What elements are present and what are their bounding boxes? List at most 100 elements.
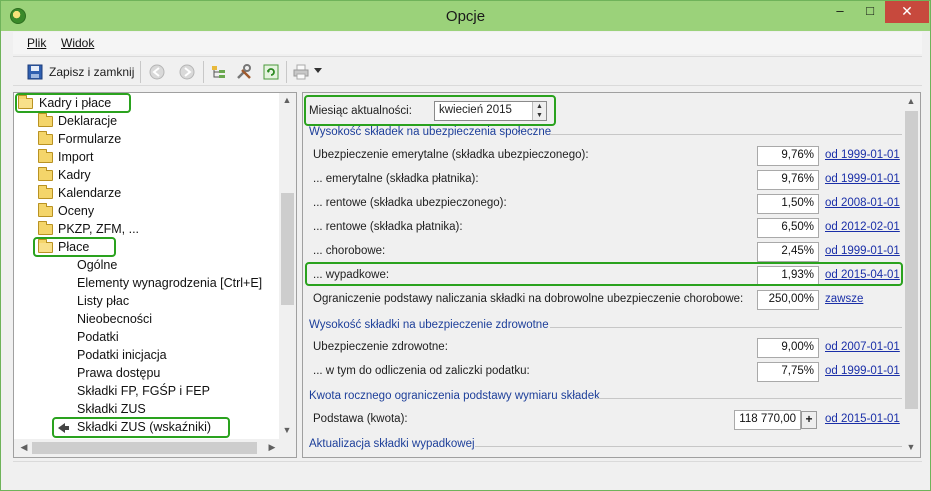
rate-field[interactable]: 250,00% [757, 290, 819, 310]
options-window: Opcje ‒ □ ✕ Plik Widok Zapisz i zamknij [0, 0, 931, 491]
section-annual-limit: Kwota rocznego ograniczenia podstawy wym… [309, 390, 600, 402]
date-link[interactable]: od 1999-01-01 [825, 173, 900, 185]
rate-field[interactable]: 2,45% [757, 242, 819, 262]
menu-plik[interactable]: Plik [27, 36, 46, 50]
toolbar-separator [140, 61, 141, 83]
scroll-up-icon[interactable]: ▲ [903, 96, 919, 106]
scroll-left-icon[interactable]: ◀ [16, 442, 32, 453]
section-divider [550, 327, 902, 328]
folder-icon [38, 221, 53, 235]
tree-item-label: Składki FP, FGŚP i FEP [77, 384, 210, 398]
scroll-right-icon[interactable]: ▶ [264, 442, 280, 453]
toolbar-separator [203, 61, 204, 83]
tree-vertical-scrollbar[interactable]: ▲ ▼ [279, 93, 296, 439]
tree-item-label: Prawa dostępu [77, 366, 161, 380]
row-label: ... rentowe (składka płatnika): [313, 221, 463, 233]
window-title: Opcje [445, 8, 486, 25]
row-label: ... w tym do odliczenia od zaliczki poda… [313, 365, 530, 377]
date-link[interactable]: od 1999-01-01 [825, 245, 900, 257]
save-icon [27, 64, 43, 80]
row-label: Ubezpieczenie zdrowotne: [313, 341, 448, 353]
highlight-frame [52, 417, 230, 438]
highlight-frame [304, 95, 556, 126]
date-link[interactable]: od 2007-01-01 [825, 341, 900, 353]
refresh-icon[interactable] [263, 64, 279, 80]
section-social-insurance: Wysokość składek na ubezpieczenia społec… [309, 126, 552, 138]
toolbar-separator [286, 61, 287, 83]
scroll-down-icon[interactable]: ▼ [903, 442, 919, 452]
title-bar[interactable]: Opcje ‒ □ ✕ [1, 1, 930, 31]
highlight-frame [305, 262, 903, 286]
tree-settings-icon[interactable] [211, 64, 227, 80]
scroll-down-icon[interactable]: ▼ [279, 425, 295, 435]
menu-widok-label: Widok [61, 36, 95, 50]
section-divider [475, 446, 902, 447]
scroll-up-icon[interactable]: ▲ [279, 95, 295, 105]
rate-field[interactable]: 9,00% [757, 338, 819, 358]
section-accident-update: Aktualizacja składki wypadkowej [309, 438, 475, 450]
folder-icon [38, 203, 53, 217]
tree-horizontal-scrollbar[interactable]: ◀ ▶ [14, 439, 296, 457]
close-button[interactable]: ✕ [885, 1, 929, 23]
rate-field[interactable]: 6,50% [757, 218, 819, 238]
tree-item-label: Formularze [58, 132, 122, 146]
tree-item-label: Podatki [77, 330, 119, 344]
dropdown-arrow-icon[interactable] [314, 68, 330, 84]
tree-item-label: Podatki inicjacja [77, 348, 167, 362]
options-panel: Miesiąc aktualności: kwiecień 2015 ▲ ▼ Wy… [302, 92, 921, 458]
date-link[interactable]: od 2012-02-01 [825, 221, 900, 233]
menu-bar: Plik Widok [13, 32, 922, 54]
save-close-label: Zapisz i zamknij [49, 65, 135, 79]
date-link[interactable]: od 1999-01-01 [825, 149, 900, 161]
folder-icon [38, 113, 53, 127]
row-label: ... rentowe (składka ubezpieczonego): [313, 197, 507, 209]
tools-icon[interactable] [236, 64, 252, 80]
tree-item-label: Kadry [58, 168, 91, 182]
date-link[interactable]: od 2008-01-01 [825, 197, 900, 209]
toolbar: Zapisz i zamknij [13, 56, 922, 86]
tree-item-label: Deklaracje [58, 114, 118, 128]
section-divider [550, 134, 902, 135]
status-bar [13, 461, 922, 483]
tree-item-label: Listy płac [77, 294, 130, 308]
menu-widok[interactable]: Widok [61, 36, 94, 50]
menu-plik-label: Plik [27, 36, 47, 50]
scroll-thumb[interactable] [905, 111, 918, 409]
tree-item-label: Elementy wynagrodzenia [Ctrl+E] [77, 276, 263, 290]
back-icon[interactable] [149, 64, 165, 80]
minimize-button[interactable]: ‒ [823, 1, 857, 23]
folder-icon [38, 185, 53, 199]
tree-item-label: Kalendarze [58, 186, 122, 200]
highlight-frame [33, 237, 116, 257]
tree-item-label: Ogólne [77, 258, 118, 272]
scroll-thumb[interactable] [32, 442, 257, 454]
rate-field[interactable]: 7,75% [757, 362, 819, 382]
row-label: Podstawa (kwota): [313, 413, 408, 425]
section-health-insurance: Wysokość składki na ubezpieczenie zdrowo… [309, 319, 549, 331]
rate-field[interactable]: 9,76% [757, 146, 819, 166]
tree-item-label: Oceny [58, 204, 95, 218]
folder-icon [38, 167, 53, 181]
date-link[interactable]: od 2015-01-01 [825, 413, 900, 425]
amount-plus-button[interactable]: + [801, 411, 817, 429]
print-icon[interactable] [293, 64, 309, 80]
panel-vertical-scrollbar[interactable]: ▲ ▼ [903, 93, 920, 457]
row-label: Ubezpieczenie emerytalne (składka ubezpi… [313, 149, 589, 161]
row-label: ... emerytalne (składka płatnika): [313, 173, 479, 185]
options-tree: Kadry i płace Deklaracje Formularze Impo… [13, 92, 297, 458]
amount-field[interactable]: 118 770,00 [734, 410, 801, 430]
row-label: Ograniczenie podstawy naliczania składki… [313, 293, 744, 305]
rate-field[interactable]: 9,76% [757, 170, 819, 190]
save-close-button[interactable]: Zapisz i zamknij [27, 62, 145, 82]
tree-item-label: Import [58, 150, 94, 164]
date-link[interactable]: zawsze [825, 293, 863, 305]
scroll-thumb[interactable] [281, 193, 294, 305]
rate-field[interactable]: 1,50% [757, 194, 819, 214]
forward-icon[interactable] [179, 64, 195, 80]
maximize-button[interactable]: □ [853, 1, 887, 23]
section-divider [595, 398, 902, 399]
tree-item-label: Składki ZUS [77, 402, 146, 416]
date-link[interactable]: od 1999-01-01 [825, 365, 900, 377]
tree-item-label: PKZP, ZFM, ... [58, 222, 140, 236]
highlight-frame [15, 93, 131, 113]
